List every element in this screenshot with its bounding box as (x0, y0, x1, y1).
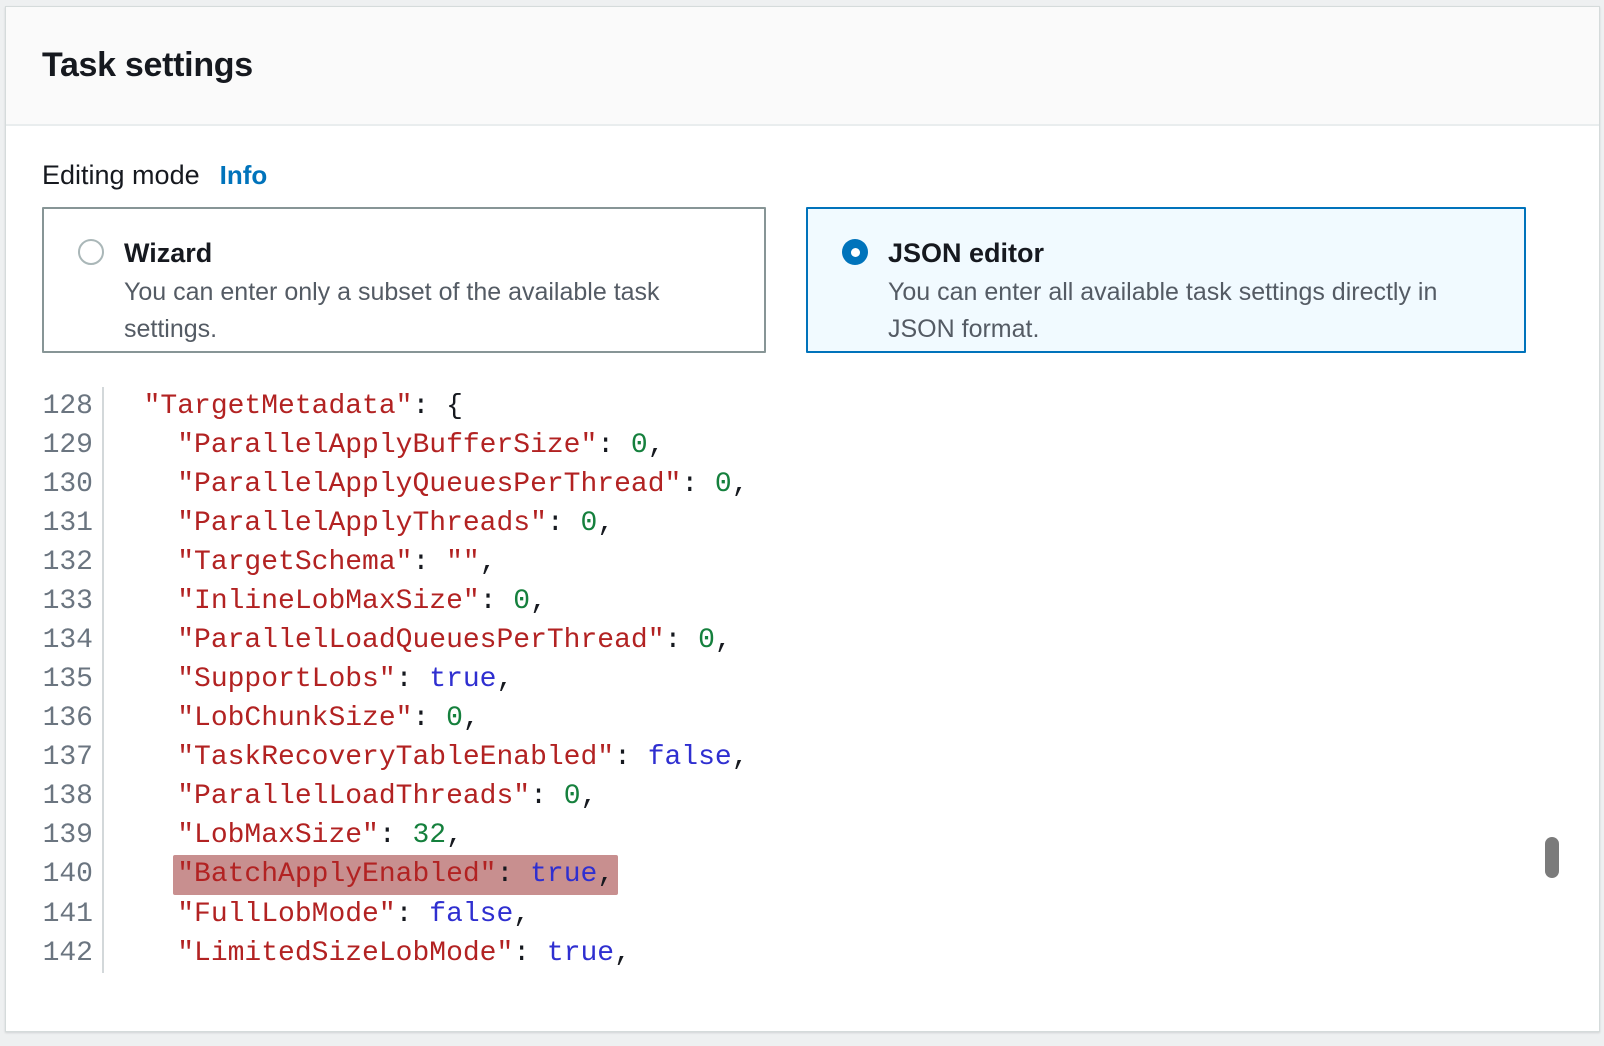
code-text: "ParallelLoadThreads": 0, (102, 777, 597, 816)
tile-wizard-text: Wizard You can enter only a subset of th… (124, 235, 734, 348)
code-text: "LobMaxSize": 32, (102, 816, 463, 855)
tile-json-editor-description: You can enter all available task setting… (888, 274, 1494, 348)
code-text: "TargetMetadata": { (102, 387, 463, 426)
task-settings-card: Task settings Editing mode Info Wizard Y… (5, 6, 1600, 1032)
page-title: Task settings (42, 46, 253, 85)
code-text: "BatchApplyEnabled": true, (102, 855, 614, 895)
code-line[interactable]: 128 "TargetMetadata": { (42, 387, 1563, 426)
code-text: "LimitedSizeLobMode": true, (102, 934, 631, 973)
line-number: 141 (42, 895, 102, 934)
code-line[interactable]: 135 "SupportLobs": true, (42, 660, 1563, 699)
code-line[interactable]: 139 "LobMaxSize": 32, (42, 816, 1563, 855)
editing-mode-label: Editing mode (42, 160, 200, 191)
code-text: "InlineLobMaxSize": 0, (102, 582, 547, 621)
line-number: 139 (42, 816, 102, 855)
code-line[interactable]: 137 "TaskRecoveryTableEnabled": false, (42, 738, 1563, 777)
card-body: Editing mode Info Wizard You can enter o… (6, 126, 1599, 973)
code-text: "SupportLobs": true, (102, 660, 513, 699)
code-line[interactable]: 138 "ParallelLoadThreads": 0, (42, 777, 1563, 816)
highlighted-code: "BatchApplyEnabled": true, (173, 855, 618, 895)
line-number: 135 (42, 660, 102, 699)
code-line[interactable]: 140 "BatchApplyEnabled": true, (42, 855, 1563, 895)
tile-json-editor[interactable]: JSON editor You can enter all available … (806, 207, 1526, 353)
tile-wizard-description: You can enter only a subset of the avail… (124, 274, 734, 348)
info-link[interactable]: Info (220, 160, 268, 191)
code-text: "ParallelApplyQueuesPerThread": 0, (102, 465, 749, 504)
code-line[interactable]: 132 "TargetSchema": "", (42, 543, 1563, 582)
code-text: "FullLobMode": false, (102, 895, 530, 934)
line-number: 140 (42, 855, 102, 895)
code-text: "TaskRecoveryTableEnabled": false, (102, 738, 749, 777)
line-number: 137 (42, 738, 102, 777)
line-number: 134 (42, 621, 102, 660)
editing-mode-row: Editing mode Info (42, 160, 1563, 191)
line-number: 136 (42, 699, 102, 738)
code-line[interactable]: 131 "ParallelApplyThreads": 0, (42, 504, 1563, 543)
code-line[interactable]: 134 "ParallelLoadQueuesPerThread": 0, (42, 621, 1563, 660)
line-number: 130 (42, 465, 102, 504)
radio-unselected-icon[interactable] (78, 239, 104, 265)
tile-json-editor-text: JSON editor You can enter all available … (888, 235, 1494, 348)
code-line[interactable]: 136 "LobChunkSize": 0, (42, 699, 1563, 738)
code-text: "ParallelApplyThreads": 0, (102, 504, 614, 543)
code-line[interactable]: 129 "ParallelApplyBufferSize": 0, (42, 426, 1563, 465)
code-text: "ParallelApplyBufferSize": 0, (102, 426, 665, 465)
radio-selected-icon[interactable] (842, 239, 868, 265)
tile-json-editor-label: JSON editor (888, 235, 1494, 271)
code-line[interactable]: 142 "LimitedSizeLobMode": true, (42, 934, 1563, 973)
code-text: "TargetSchema": "", (102, 543, 497, 582)
line-number: 133 (42, 582, 102, 621)
json-code-editor[interactable]: 128 "TargetMetadata": {129 "ParallelAppl… (42, 387, 1563, 973)
code-line[interactable]: 141 "FullLobMode": false, (42, 895, 1563, 934)
editing-mode-tiles: Wizard You can enter only a subset of th… (42, 207, 1563, 353)
line-number: 129 (42, 426, 102, 465)
tile-wizard[interactable]: Wizard You can enter only a subset of th… (42, 207, 766, 353)
tile-wizard-label: Wizard (124, 235, 734, 271)
code-text: "ParallelLoadQueuesPerThread": 0, (102, 621, 732, 660)
radio-dot (851, 248, 860, 257)
code-line[interactable]: 130 "ParallelApplyQueuesPerThread": 0, (42, 465, 1563, 504)
line-number: 131 (42, 504, 102, 543)
line-number: 128 (42, 387, 102, 426)
scrollbar-thumb[interactable] (1545, 837, 1559, 878)
code-text: "LobChunkSize": 0, (102, 699, 480, 738)
line-number: 138 (42, 777, 102, 816)
line-number: 142 (42, 934, 102, 973)
line-number: 132 (42, 543, 102, 582)
card-header: Task settings (6, 7, 1599, 126)
code-line[interactable]: 133 "InlineLobMaxSize": 0, (42, 582, 1563, 621)
